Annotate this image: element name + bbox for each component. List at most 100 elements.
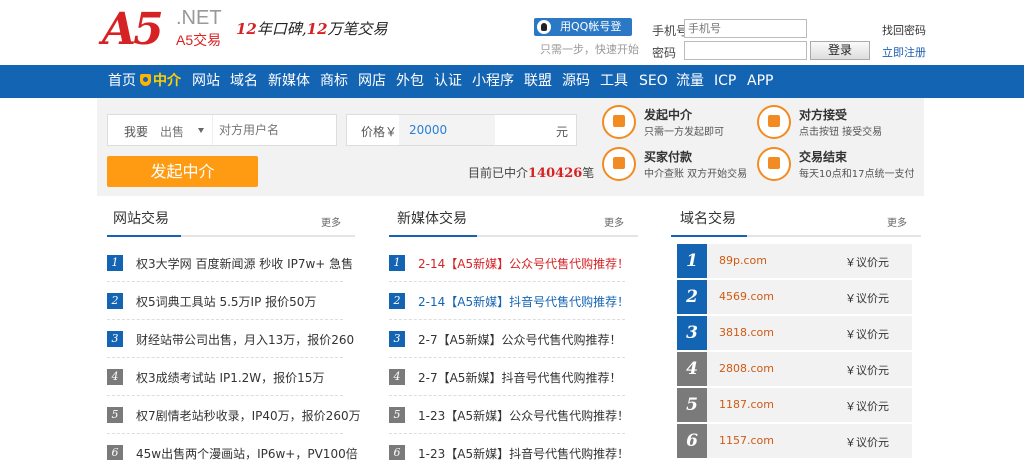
nav-tools[interactable]: 工具 — [600, 65, 628, 98]
rank-badge: 1 — [107, 255, 123, 271]
section-underline — [671, 235, 747, 237]
domain-row[interactable]: 2 4569.com ￥议价元 — [677, 280, 912, 314]
nav-traffic[interactable]: 流量 — [676, 65, 704, 98]
section-title: 新媒体交易 — [397, 211, 467, 227]
quick-start-tip: 只需一步，快速开始 — [540, 43, 639, 56]
domain-name[interactable]: 4569.com — [719, 290, 774, 303]
list-item[interactable]: 3 2-7【A5新媒】公众号代售代购推荐！ — [389, 320, 625, 358]
rank-badge: 4 — [389, 369, 405, 385]
list-item-text: 2-14【A5新媒】抖音号代售代购推荐！ — [418, 295, 630, 309]
list-item[interactable]: 2 权5词典工具站 5.5万IP 报价50万 — [107, 282, 343, 320]
caret-down-icon[interactable] — [198, 128, 204, 133]
list-item-text: 权5词典工具站 5.5万IP 报价50万 — [136, 295, 317, 309]
list-item[interactable]: 2 2-14【A5新媒】抖音号代售代购推荐！ — [389, 282, 629, 320]
qq-icon — [537, 20, 551, 34]
list-item[interactable]: 6 1-23【A5新媒】抖音号代售代购推荐！ — [389, 434, 629, 460]
register-link[interactable]: 立即注册 — [882, 44, 926, 60]
more-link[interactable]: 更多 — [604, 214, 624, 229]
password-input[interactable] — [684, 41, 807, 60]
price-label: 价格￥ — [361, 125, 398, 139]
list-item[interactable]: 3 财经站带公司出售，月入13万，报价260 — [107, 320, 354, 358]
nav-new-media[interactable]: 新媒体 — [268, 65, 310, 98]
list-item[interactable]: 5 1-23【A5新媒】公众号代售代购推荐！ — [389, 396, 629, 434]
list-item-text: 财经站带公司出售，月入13万，报价260 — [136, 333, 355, 347]
qq-login-button[interactable]: 用QQ帐号登录 — [534, 18, 632, 51]
nav-website[interactable]: 网站 — [192, 65, 220, 98]
rank-badge: 5 — [389, 407, 405, 423]
nav-shop[interactable]: 网店 — [358, 65, 386, 98]
rank-badge: 3 — [677, 316, 707, 350]
nav-icp[interactable]: ICP — [714, 65, 736, 98]
nav-app[interactable]: APP — [747, 65, 773, 98]
slogan: 12年口碑,12万笔交易 — [236, 20, 388, 38]
list-item-text: 权3成绩考试站 IP1.2W，报价15万 — [136, 371, 325, 385]
domain-row[interactable]: 4 2808.com ￥议价元 — [677, 352, 912, 386]
list-item[interactable]: 4 2-7【A5新媒】抖音号代售代购推荐！ — [389, 358, 625, 396]
domain-row[interactable]: 3 3818.com ￥议价元 — [677, 316, 912, 350]
nav-escrow[interactable]: 中介 — [140, 65, 181, 98]
counterparty-username-input[interactable] — [212, 115, 336, 145]
domain-name[interactable]: 89p.com — [719, 254, 767, 267]
phone-input[interactable] — [684, 19, 807, 38]
list-item-text: 权7剧情老站秒收录，IP40万，报价260万 — [136, 409, 361, 423]
want-label: 我要 — [124, 125, 149, 139]
section-title: 网站交易 — [113, 211, 169, 227]
price-unit: 元 — [555, 125, 568, 139]
list-item-text: 1-23【A5新媒】抖音号代售代购推荐！ — [418, 447, 630, 460]
list-item[interactable]: 4 权3成绩考试站 IP1.2W，报价15万 — [107, 358, 343, 396]
rank-badge: 3 — [107, 331, 123, 347]
nav-seo[interactable]: SEO — [639, 65, 668, 98]
domain-price: ￥议价元 — [845, 400, 889, 413]
user-accept-icon — [757, 105, 791, 139]
list-item[interactable]: 1 权3大学网 百度新闻源 秒收 IP7w+ 急售 — [107, 244, 353, 282]
login-button[interactable]: 登录 — [810, 41, 870, 60]
rank-badge: 2 — [389, 293, 405, 309]
forgot-password-link[interactable]: 找回密码 — [882, 22, 926, 38]
more-link[interactable]: 更多 — [321, 214, 341, 229]
site-header: A5 .NET A5交易 12年口碑,12万笔交易 用QQ帐号登录 只需一步，快… — [0, 0, 1024, 65]
sell-type-select[interactable]: 出售 — [160, 123, 184, 140]
price-field: 价格￥ 20000 元 — [346, 114, 577, 146]
handshake-icon — [757, 147, 791, 181]
domain-name[interactable]: 1157.com — [719, 434, 774, 447]
want-selector: 我要 出售 — [107, 114, 337, 146]
domain-name[interactable]: 3818.com — [719, 326, 774, 339]
list-item[interactable]: 1 2-14【A5新媒】公众号代售代购推荐！ — [389, 244, 629, 282]
list-item[interactable]: 6 45w出售两个漫画站，IP6w+，PV100倍 — [107, 434, 358, 460]
domain-price: ￥议价元 — [845, 436, 889, 449]
domain-row[interactable]: 1 89p.com ￥议价元 — [677, 244, 912, 278]
list-item[interactable]: 5 权7剧情老站秒收录，IP40万，报价260万 — [107, 396, 361, 434]
rank-badge: 6 — [107, 445, 123, 460]
nav-alliance[interactable]: 联盟 — [524, 65, 552, 98]
more-link[interactable]: 更多 — [887, 214, 907, 229]
rank-badge: 1 — [389, 255, 405, 271]
step-complete: 交易结束 每天10点和17点统一支付 — [757, 147, 927, 183]
domain-row[interactable]: 5 1187.com ￥议价元 — [677, 388, 912, 422]
nav-miniprogram[interactable]: 小程序 — [472, 65, 514, 98]
main-nav: 首页 中介 网站 域名 新媒体 商标 网店 外包 认证 小程序 联盟 源码 工具… — [0, 65, 1024, 98]
rank-badge: 6 — [677, 424, 707, 458]
site-logo[interactable]: A5 .NET A5交易 — [102, 8, 232, 52]
nav-outsource[interactable]: 外包 — [396, 65, 424, 98]
logo-subtitle: A5交易 — [176, 32, 222, 48]
step-accept: 对方接受 点击按钮 接受交易 — [757, 105, 927, 141]
section-title: 域名交易 — [680, 211, 736, 227]
domain-price: ￥议价元 — [845, 256, 889, 269]
nav-domain[interactable]: 域名 — [230, 65, 258, 98]
rank-badge: 4 — [677, 352, 707, 386]
step-initiate: 发起中介 只需一方发起即可 — [602, 105, 772, 141]
domain-row[interactable]: 6 1157.com ￥议价元 — [677, 424, 912, 458]
logo-a5: A5 — [102, 4, 164, 55]
nav-trademark[interactable]: 商标 — [320, 65, 348, 98]
price-input[interactable]: 20000 — [399, 115, 495, 145]
nav-home[interactable]: 首页 — [108, 65, 136, 98]
nav-certify[interactable]: 认证 — [434, 65, 462, 98]
payment-card-icon — [602, 147, 636, 181]
phone-label: 手机号 — [652, 24, 689, 38]
rank-badge: 4 — [107, 369, 123, 385]
start-escrow-button[interactable]: 发起中介 — [107, 156, 258, 187]
domain-name[interactable]: 1187.com — [719, 398, 774, 411]
nav-source-code[interactable]: 源码 — [562, 65, 590, 98]
domain-name[interactable]: 2808.com — [719, 362, 774, 375]
list-item-text: 2-7【A5新媒】公众号代售代购推荐！ — [418, 333, 622, 347]
